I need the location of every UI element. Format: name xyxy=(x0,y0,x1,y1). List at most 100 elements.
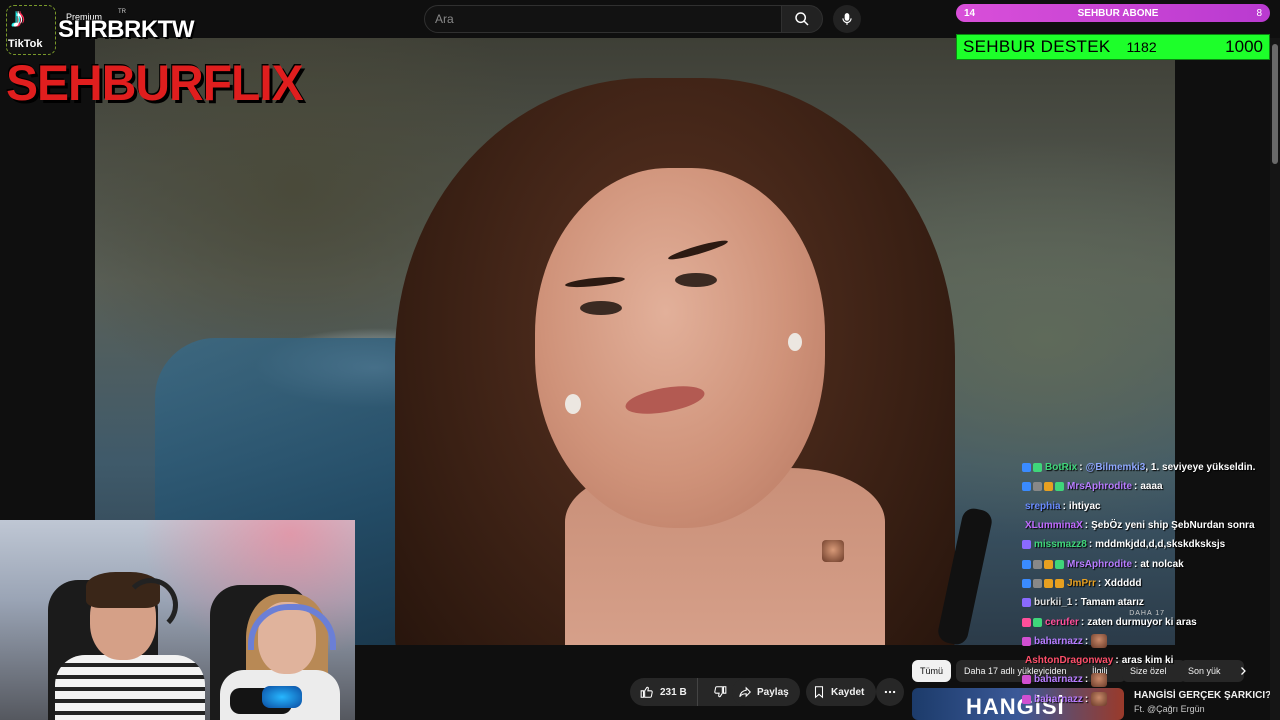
chat-text: aaaa xyxy=(1140,481,1163,493)
webcam-overlay xyxy=(0,520,355,720)
chat-badges xyxy=(1022,578,1064,588)
headset-icon xyxy=(124,578,178,632)
chat-badge-icon xyxy=(1022,617,1031,627)
chat-username[interactable]: BotRix xyxy=(1045,462,1077,473)
chat-mention[interactable]: @Bilmemki3 xyxy=(1086,462,1146,473)
chat-message: burkii_1: Tamam atarız xyxy=(1022,593,1272,612)
donation-goal-bar: SEHBUR DESTEK 1182 1000 xyxy=(956,34,1270,60)
chat-separator: : xyxy=(1115,655,1119,667)
chat-badge-icon xyxy=(1055,482,1064,492)
chat-message: missmazz8: mddmkjdd,d,d,skskdksksjs xyxy=(1022,535,1272,554)
chat-username[interactable]: missmazz8 xyxy=(1034,539,1087,550)
chat-badge-icon xyxy=(1055,578,1064,588)
like-count: 231 B xyxy=(660,686,687,698)
chat-badges xyxy=(1022,482,1064,492)
chat-emote-icon xyxy=(1091,672,1108,687)
subscriber-goal-title: SEHBUR ABONE xyxy=(1077,7,1159,19)
chat-badge-icon xyxy=(1033,559,1042,569)
chat-badge-icon xyxy=(1033,463,1042,473)
chat-message: baharnazz: xyxy=(1022,670,1272,689)
chat-badge-icon xyxy=(1022,540,1031,550)
scrollbar-thumb[interactable] xyxy=(1272,44,1278,164)
save-label: Kaydet xyxy=(831,686,865,698)
chat-username[interactable]: AshtonDragonway xyxy=(1025,655,1113,666)
like-button[interactable]: 231 B xyxy=(630,678,698,706)
chat-separator: : xyxy=(1074,597,1078,609)
chat-username[interactable]: MrsAphrodite xyxy=(1067,481,1132,492)
donation-goal-current: 1182 xyxy=(1126,39,1157,55)
chat-text: @Bilmemki3, 1. seviyeye yükseldin. xyxy=(1085,462,1256,474)
video-subject-eye xyxy=(580,301,622,315)
chat-badge-icon xyxy=(1022,694,1031,704)
chat-username[interactable]: JmPrr xyxy=(1067,578,1096,589)
streamer-left-shirt xyxy=(55,655,205,720)
chat-text: ihtiyac xyxy=(1068,500,1101,512)
microphone-light xyxy=(262,686,302,708)
chat-username[interactable]: XLumminaX xyxy=(1025,520,1083,531)
chat-separator: : xyxy=(1134,481,1138,493)
chat-separator: : xyxy=(1080,616,1085,628)
dislike-icon xyxy=(713,686,727,698)
chat-separator: : xyxy=(1084,693,1089,705)
voice-search-button[interactable] xyxy=(833,5,861,33)
search-button[interactable] xyxy=(781,5,823,33)
chat-separator: : xyxy=(1084,674,1089,686)
chat-username[interactable]: burkii_1 xyxy=(1034,597,1072,608)
chat-badge-icon xyxy=(1033,617,1042,627)
chat-message: baharnazz: xyxy=(1022,632,1272,651)
save-icon xyxy=(814,686,824,699)
chat-badges xyxy=(1022,559,1064,569)
chat-badges xyxy=(1022,617,1042,627)
share-button[interactable]: Paylaş xyxy=(732,678,800,706)
chat-message: JmPrr: Xddddd xyxy=(1022,574,1272,593)
tiktok-note-icon: ♪ xyxy=(11,2,25,33)
chat-badges xyxy=(1022,694,1031,704)
chat-username[interactable]: srephia xyxy=(1025,501,1061,512)
chat-message: BotRix: @Bilmemki3, 1. seviyeye yükseldin… xyxy=(1022,458,1272,477)
chat-message: MrsAphrodite: aaaa xyxy=(1022,477,1272,496)
chat-username[interactable]: MrsAphrodite xyxy=(1067,559,1132,570)
chat-username[interactable]: cerufer xyxy=(1045,617,1079,628)
chat-badges xyxy=(1022,675,1031,685)
chat-text: aras kim ki xyxy=(1121,655,1174,667)
more-actions-button[interactable] xyxy=(876,678,904,706)
chat-badge-icon xyxy=(1022,675,1031,685)
chat-text: zaten durmuyor ki aras xyxy=(1087,616,1197,628)
video-subject-earring xyxy=(788,333,802,351)
chat-badge-icon xyxy=(1022,578,1031,588)
streamer-handle: SHRBRKTW xyxy=(58,16,194,43)
share-label: Paylaş xyxy=(757,686,789,698)
floating-emote xyxy=(822,540,844,562)
stream-brand-logo: SEHBURFLIX xyxy=(6,55,304,112)
donation-goal-title: SEHBUR DESTEK xyxy=(963,37,1111,56)
chat-username[interactable]: baharnazz xyxy=(1034,636,1083,647)
donation-goal-target: 1000 xyxy=(1225,37,1263,56)
chat-text: mddmkjdd,d,d,skskdksksjs xyxy=(1095,539,1226,551)
subscriber-goal-left-value: 14 xyxy=(964,7,976,19)
chat-badge-icon xyxy=(1044,482,1053,492)
chat-badge-icon xyxy=(1022,636,1031,646)
chat-text: Xddddd xyxy=(1104,577,1142,589)
mic-icon xyxy=(842,13,852,25)
chat-text: ŞebÖz yeni ship ŞebNurdan sonra xyxy=(1091,520,1255,532)
chip-all[interactable]: Tümü xyxy=(912,660,952,682)
save-button[interactable]: Kaydet xyxy=(806,678,876,706)
chat-username[interactable]: baharnazz xyxy=(1034,674,1083,685)
search-input[interactable]: Ara xyxy=(424,5,782,33)
chat-separator: : xyxy=(1097,577,1102,589)
chat-badge-icon xyxy=(1055,559,1064,569)
video-subject-earring xyxy=(565,394,581,414)
chat-badges xyxy=(1022,636,1031,646)
chat-username[interactable]: baharnazz xyxy=(1034,694,1083,705)
chat-badge-icon xyxy=(1033,578,1042,588)
premium-region: TR xyxy=(118,9,126,15)
share-icon xyxy=(739,686,751,698)
more-icon xyxy=(884,690,896,694)
chat-overlay: BotRix: @Bilmemki3, 1. seviyeye yükseldin… xyxy=(1022,458,1272,709)
video-subject-eye xyxy=(675,273,717,287)
chat-message: MrsAphrodite: at nolcak xyxy=(1022,554,1272,573)
chat-separator: : xyxy=(1079,462,1083,474)
chat-badges xyxy=(1022,463,1042,473)
chat-badge-icon xyxy=(1022,559,1031,569)
chat-message: srephia: ihtiyac xyxy=(1022,497,1272,516)
